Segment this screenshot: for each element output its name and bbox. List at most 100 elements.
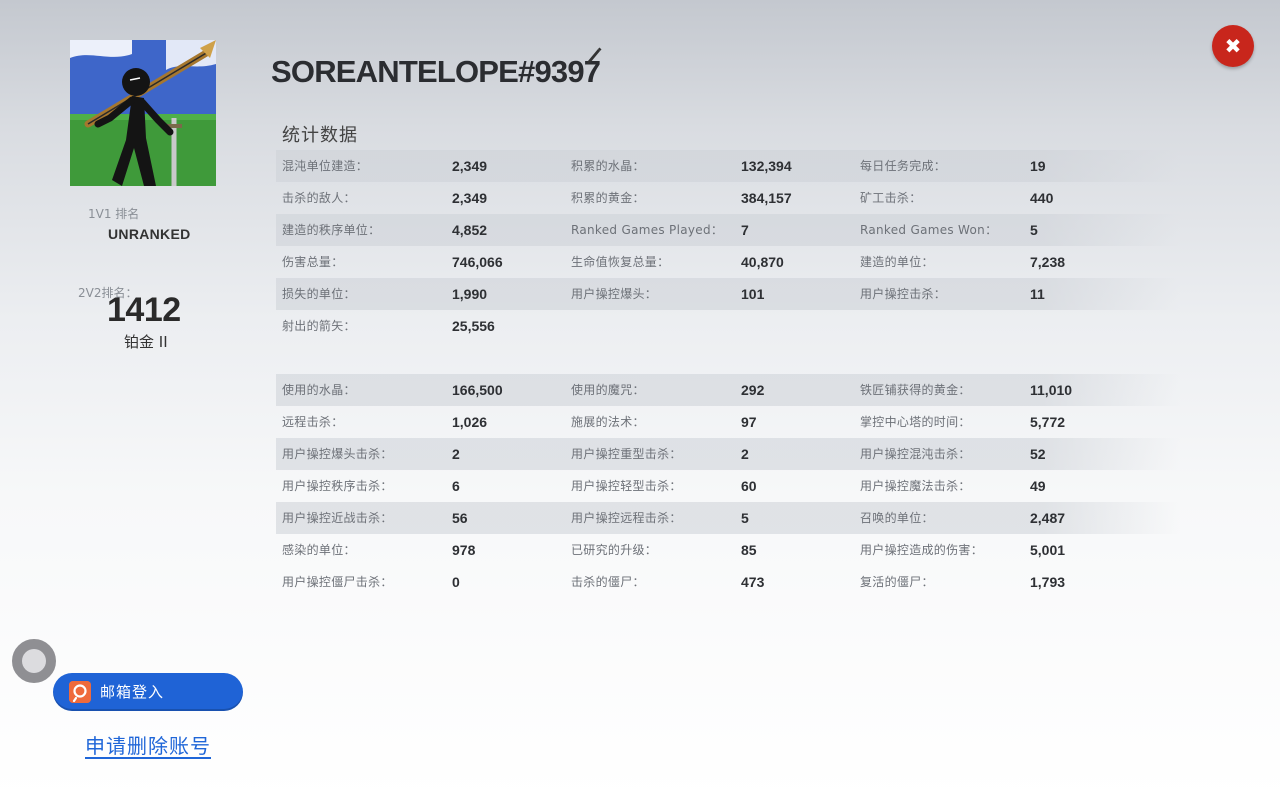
stat-value: 1,793 <box>1030 574 1066 590</box>
stat-value: 11 <box>1030 286 1045 302</box>
stat-label: 矿工击杀： <box>860 191 922 205</box>
stat-label: 伤害总量： <box>282 255 344 269</box>
stat-value: 5,001 <box>1030 542 1066 558</box>
table-row: 感染的单位： 978 已研究的升级： 85 用户操控造成的伤害： 5,001 <box>276 534 1180 566</box>
table-row: 用户操控近战击杀： 56 用户操控远程击杀： 5 召唤的单位： 2,487 <box>276 502 1180 534</box>
stat-value: 56 <box>452 510 468 526</box>
stat-value: 2,487 <box>1030 510 1066 526</box>
stats-title: 统计数据 <box>282 125 358 146</box>
close-icon: ✖ <box>1224 34 1242 58</box>
stat-value: 2,349 <box>452 158 488 174</box>
stat-value: 166,500 <box>452 382 503 398</box>
stat-value: 40,870 <box>741 254 784 270</box>
table-row: 混沌单位建造： 2,349 积累的水晶： 132,394 每日任务完成： 19 <box>276 150 1180 182</box>
stat-label: 已研究的升级： <box>571 543 658 557</box>
stat-value: 978 <box>452 542 476 558</box>
table-row: 射出的箭矢： 25,556 <box>276 310 1180 342</box>
stat-value: 5 <box>1030 222 1038 238</box>
stat-label: 用户操控近战击杀： <box>282 511 393 525</box>
stat-label: 召唤的单位： <box>860 511 934 525</box>
stat-value: 25,556 <box>452 318 495 334</box>
stat-value: 440 <box>1030 190 1054 206</box>
stat-value: 2 <box>452 446 460 462</box>
stat-value: 746,066 <box>452 254 503 270</box>
table-row: 使用的水晶： 166,500 使用的魔咒： 292 铁匠铺获得的黄金： 11,0… <box>276 374 1180 406</box>
stat-label: 建造的秩序单位： <box>282 223 381 237</box>
stat-label: 施展的法术： <box>571 415 645 429</box>
stat-value: 1,990 <box>452 286 488 302</box>
stat-value: 49 <box>1030 478 1046 494</box>
stat-label: 击杀的僵尸： <box>571 575 645 589</box>
stat-label: 用户操控魔法击杀： <box>860 479 971 493</box>
stat-value: 6 <box>452 478 460 494</box>
stat-value: 4,852 <box>452 222 488 238</box>
stat-label: 用户操控爆头： <box>571 287 658 301</box>
rank-2v2-value: 1412 <box>107 291 181 329</box>
stat-label: Ranked Games Won： <box>860 223 998 237</box>
stat-label: 用户操控轻型击杀： <box>571 479 682 493</box>
stat-value: 292 <box>741 382 765 398</box>
stat-label: 使用的魔咒： <box>571 383 645 397</box>
stat-value: 0 <box>452 574 460 590</box>
stat-label: 用户操控造成的伤害： <box>860 543 984 557</box>
stats-table-general: 混沌单位建造： 2,349 积累的水晶： 132,394 每日任务完成： 19 … <box>276 150 1180 342</box>
stat-value: 384,157 <box>741 190 792 206</box>
table-row: 用户操控秩序击杀： 6 用户操控轻型击杀： 60 用户操控魔法击杀： 49 <box>276 470 1180 502</box>
stat-label: 生命值恢复总量： <box>571 255 670 269</box>
stat-label: 使用的水晶： <box>282 383 356 397</box>
stat-value: 473 <box>741 574 765 590</box>
login-app-icon <box>69 681 91 703</box>
stat-label: 积累的黄金： <box>571 191 645 205</box>
table-row: 建造的秩序单位： 4,852 Ranked Games Played： 7 Ra… <box>276 214 1180 246</box>
stat-value: 52 <box>1030 446 1046 462</box>
stat-value: 132,394 <box>741 158 792 174</box>
pencil-icon[interactable] <box>584 45 602 65</box>
stat-label: Ranked Games Played： <box>571 223 724 237</box>
table-row: 伤害总量： 746,066 生命值恢复总量： 40,870 建造的单位： 7,2… <box>276 246 1180 278</box>
stat-label: 掌控中心塔的时间： <box>860 415 971 429</box>
stat-label: 射出的箭矢： <box>282 319 356 333</box>
stat-value: 5,772 <box>1030 414 1066 430</box>
stat-label: 用户操控重型击杀： <box>571 447 682 461</box>
stat-label: 铁匠铺获得的黄金： <box>860 383 971 397</box>
stat-value: 5 <box>741 510 749 526</box>
stat-value: 97 <box>741 414 757 430</box>
table-row: 远程击杀： 1,026 施展的法术： 97 掌控中心塔的时间： 5,772 <box>276 406 1180 438</box>
stat-value: 7 <box>741 222 749 238</box>
stat-label: 远程击杀： <box>282 415 344 429</box>
stat-label: 用户操控僵尸击杀： <box>282 575 393 589</box>
stat-value: 101 <box>741 286 765 302</box>
stat-label: 用户操控远程击杀： <box>571 511 682 525</box>
player-avatar <box>70 40 216 186</box>
stat-label: 混沌单位建造： <box>282 159 369 173</box>
email-login-label: 邮箱登入 <box>100 683 165 701</box>
stat-label: 击杀的敌人： <box>282 191 356 205</box>
stat-label: 用户操控秩序击杀： <box>282 479 393 493</box>
table-row: 用户操控爆头击杀： 2 用户操控重型击杀： 2 用户操控混沌击杀： 52 <box>276 438 1180 470</box>
delete-account-link[interactable]: 申请删除账号 <box>85 730 211 759</box>
stat-label: 建造的单位： <box>860 255 934 269</box>
rank-1v1-value: UNRANKED <box>108 226 191 242</box>
stat-value: 85 <box>741 542 757 558</box>
rank-1v1-label: 1V1 排名 <box>88 207 140 221</box>
stat-label: 用户操控爆头击杀： <box>282 447 393 461</box>
stickman-warrior-image <box>70 40 216 186</box>
stat-value: 11,010 <box>1030 382 1073 398</box>
stat-label: 用户操控混沌击杀： <box>860 447 971 461</box>
stats-table-detailed: 使用的水晶： 166,500 使用的魔咒： 292 铁匠铺获得的黄金： 11,0… <box>276 374 1180 598</box>
stat-value: 60 <box>741 478 757 494</box>
stat-value: 1,026 <box>452 414 488 430</box>
stat-label: 积累的水晶： <box>571 159 645 173</box>
stat-label: 感染的单位： <box>282 543 356 557</box>
stat-value: 2 <box>741 446 749 462</box>
rank-2v2-tier: 铂金 II <box>124 333 168 351</box>
stat-label: 复活的僵尸： <box>860 575 934 589</box>
close-button[interactable]: ✖ <box>1212 25 1254 67</box>
table-row: 损失的单位： 1,990 用户操控爆头： 101 用户操控击杀： 11 <box>276 278 1180 310</box>
stat-label: 每日任务完成： <box>860 159 947 173</box>
email-login-button[interactable]: 邮箱登入 <box>53 673 243 711</box>
table-row: 击杀的敌人： 2,349 积累的黄金： 384,157 矿工击杀： 440 <box>276 182 1180 214</box>
floating-assist-button[interactable] <box>12 639 56 683</box>
stat-value: 7,238 <box>1030 254 1066 270</box>
player-username: SOREANTELOPE#9397 <box>271 54 601 89</box>
